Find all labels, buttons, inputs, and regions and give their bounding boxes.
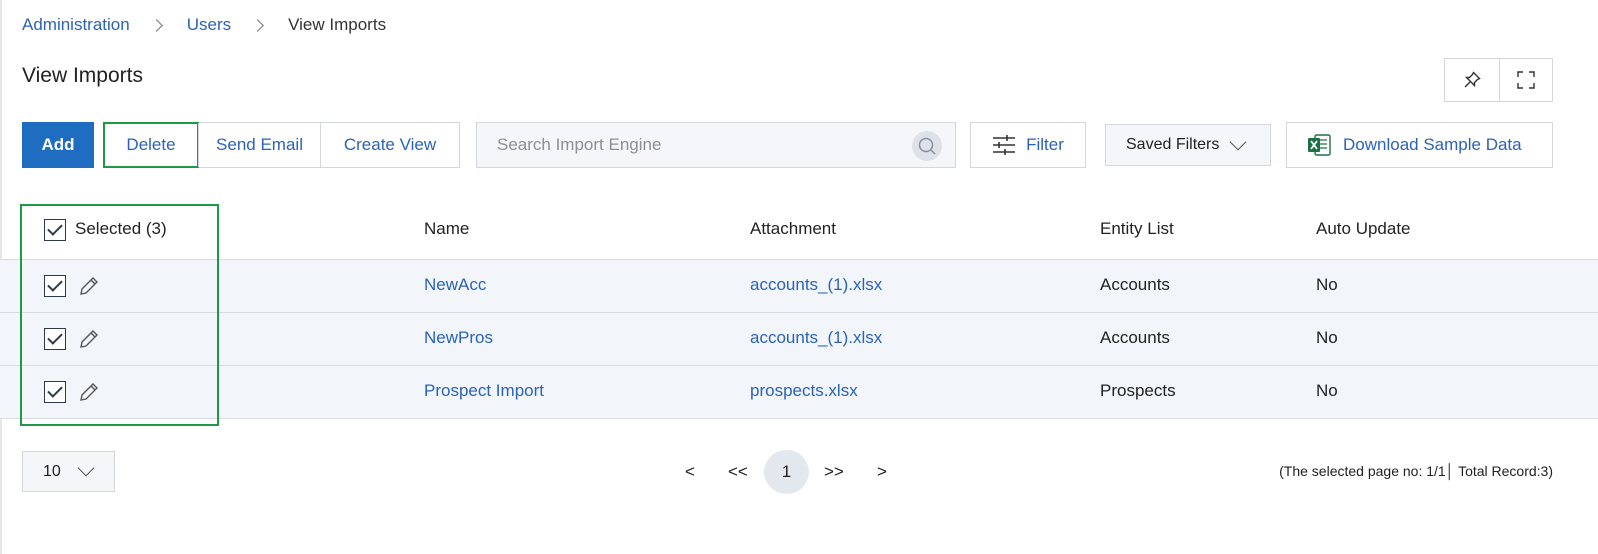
send-email-button[interactable]: Send Email [198,123,320,167]
imports-table: Selected (3) Name Attachment Entity List… [0,204,1598,419]
download-sample-label: Download Sample Data [1343,135,1522,154]
toolbar: Add Delete Send Email Create View Filter… [0,122,1598,168]
row-attachment[interactable]: accounts_(1).xlsx [750,328,882,348]
pencil-icon[interactable] [78,328,100,350]
sliders-icon [993,135,1016,155]
header-tools [1444,58,1553,102]
prev-page-button[interactable]: < [685,462,695,482]
row-name[interactable]: Prospect Import [424,381,544,401]
first-page-button[interactable]: << [728,462,748,482]
search-box [476,122,956,168]
row-attachment[interactable]: accounts_(1).xlsx [750,275,882,295]
row-checkbox[interactable] [44,328,66,350]
header-auto-update[interactable]: Auto Update [1316,219,1411,239]
excel-icon [1308,134,1331,156]
row-attachment[interactable]: prospects.xlsx [750,381,858,401]
row-entity-list: Accounts [1100,275,1170,294]
current-page-button[interactable]: 1 [764,450,809,494]
pencil-icon[interactable] [78,381,100,403]
page-size-select[interactable]: 10 [22,451,115,492]
table-header: Selected (3) Name Attachment Entity List… [0,204,1598,260]
pin-button[interactable] [1445,59,1499,101]
header-entity-list[interactable]: Entity List [1100,219,1174,239]
header-name[interactable]: Name [424,219,469,239]
saved-filters-dropdown[interactable]: Saved Filters [1105,124,1271,166]
table-row: Prospect Import prospects.xlsx Prospects… [0,366,1598,419]
breadcrumb-administration[interactable]: Administration [22,15,130,35]
row-auto-update: No [1316,275,1338,294]
chevron-down-icon [1229,133,1247,151]
last-page-button[interactable]: >> [824,462,844,482]
delete-button[interactable]: Delete [103,122,199,168]
select-all-checkbox[interactable] [44,219,66,241]
pin-icon [1464,71,1481,88]
filter-label: Filter [1026,135,1064,154]
row-name[interactable]: NewAcc [424,275,486,295]
row-entity-list: Accounts [1100,328,1170,347]
chevron-right-icon [251,18,264,32]
download-sample-data-button[interactable]: Download Sample Data [1286,122,1553,168]
page-size-value: 10 [43,462,61,480]
fullscreen-icon [1517,71,1535,89]
row-entity-list: Prospects [1100,381,1176,400]
chevron-down-icon [77,459,95,477]
page-title: View Imports [22,64,143,87]
create-view-button[interactable]: Create View [320,123,459,167]
row-auto-update: No [1316,328,1338,347]
search-input[interactable] [477,123,897,167]
table-row: NewPros accounts_(1).xlsx Accounts No [0,313,1598,366]
pencil-icon[interactable] [78,275,100,297]
breadcrumb: Administration Users View Imports [22,13,386,37]
add-button[interactable]: Add [22,122,94,168]
chevron-right-icon [149,18,163,32]
table-row: NewAcc accounts_(1).xlsx Accounts No [0,260,1598,313]
row-auto-update: No [1316,381,1338,400]
search-icon [918,137,936,155]
breadcrumb-users[interactable]: Users [187,15,231,35]
saved-filters-label: Saved Filters [1126,136,1220,153]
fullscreen-button[interactable] [1498,59,1553,101]
action-button-group: Delete Send Email Create View [103,122,460,168]
filter-button[interactable]: Filter [970,122,1086,168]
page-info: (The selected page no: 1/1│ Total Record… [1279,463,1553,479]
row-checkbox[interactable] [44,275,66,297]
search-button[interactable] [912,131,942,161]
next-page-button[interactable]: > [877,462,887,482]
header-selected: Selected (3) [75,219,167,238]
row-name[interactable]: NewPros [424,328,493,348]
header-attachment[interactable]: Attachment [750,219,836,239]
breadcrumb-current: View Imports [288,15,387,34]
row-checkbox[interactable] [44,381,66,403]
